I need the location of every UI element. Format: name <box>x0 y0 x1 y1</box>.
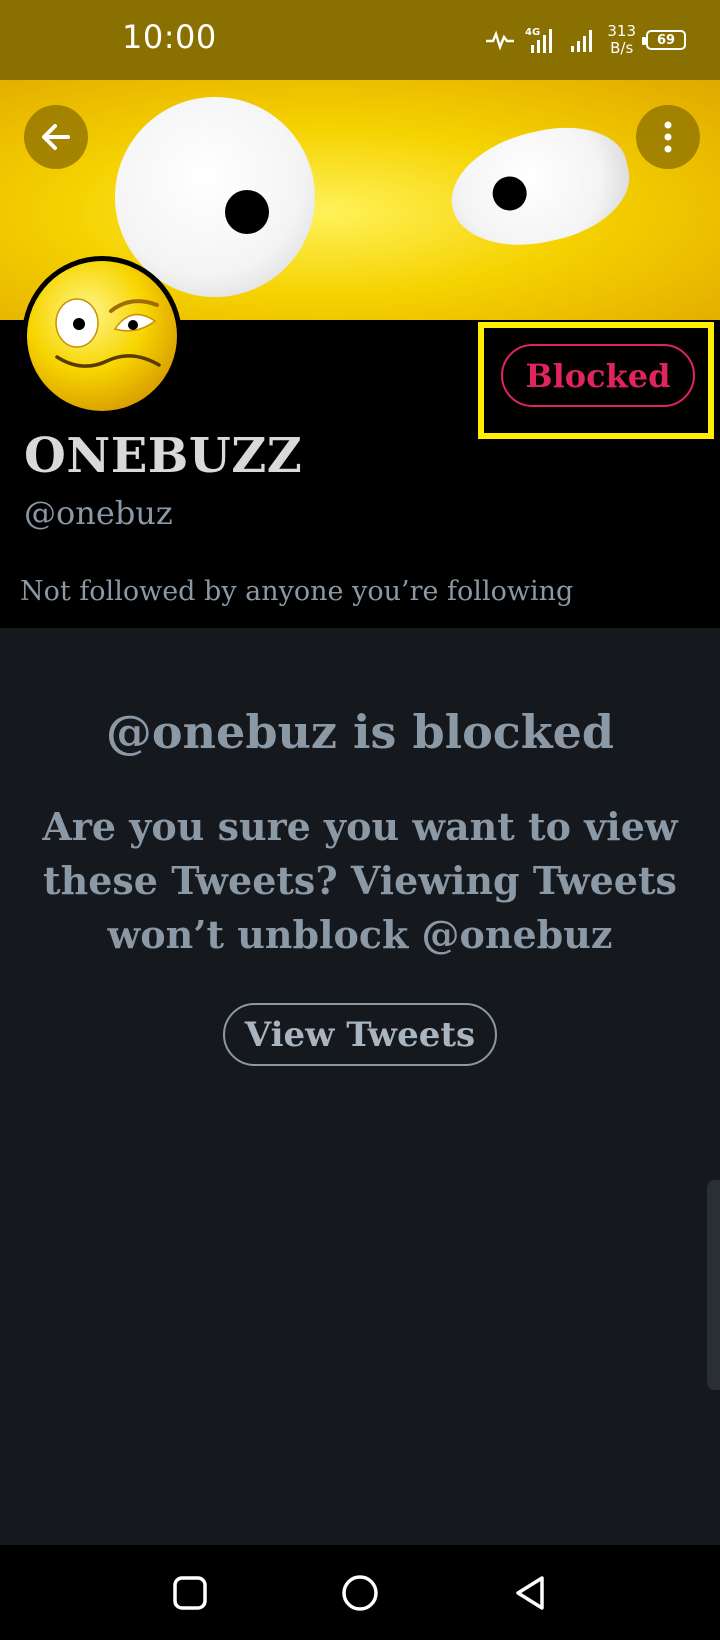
view-tweets-button[interactable]: View Tweets <box>223 1003 497 1066</box>
status-bar: 10:00 4G 313 B/s 69 <box>0 0 720 80</box>
home-button[interactable] <box>332 1565 388 1621</box>
scrollbar-handle[interactable] <box>707 1180 720 1390</box>
recents-button[interactable] <box>162 1565 218 1621</box>
triangle-back-icon <box>516 1576 544 1610</box>
network-speed: 313 B/s <box>607 23 636 57</box>
blocked-notice-body: Are you sure you want to view these Twee… <box>42 804 678 957</box>
network-speed-value: 313 <box>607 22 636 40</box>
blocked-button[interactable]: Blocked <box>501 344 695 407</box>
avatar[interactable] <box>22 256 182 416</box>
square-icon <box>173 1576 207 1610</box>
status-time: 10:00 <box>122 18 217 56</box>
banner-eye-left <box>115 97 315 297</box>
avatar-emoji-icon <box>27 261 177 411</box>
network-speed-unit: B/s <box>610 39 634 57</box>
battery-icon: 69 <box>642 30 686 50</box>
svg-text:4G: 4G <box>525 27 540 38</box>
status-icons: 4G 313 B/s 69 <box>485 18 686 62</box>
battery-level: 69 <box>656 32 676 48</box>
back-nav-button[interactable] <box>502 1565 558 1621</box>
system-nav-bar <box>0 1545 720 1640</box>
signal-4g-icon: 4G <box>525 27 553 53</box>
banner-eye-right <box>440 114 640 260</box>
back-button[interactable] <box>24 105 88 169</box>
followers-you-know-note: Not followed by anyone you’re following <box>20 576 574 607</box>
more-vertical-icon <box>664 121 672 153</box>
profile-display-name: ONEBUZZ <box>24 428 303 484</box>
circle-icon <box>342 1575 378 1611</box>
arrow-left-icon <box>42 124 70 150</box>
activity-icon <box>486 30 515 51</box>
blocked-notice-title: @onebuz is blocked <box>105 705 615 759</box>
more-options-button[interactable] <box>636 105 700 169</box>
signal-icon <box>571 30 593 52</box>
profile-handle: @onebuz <box>24 494 173 532</box>
